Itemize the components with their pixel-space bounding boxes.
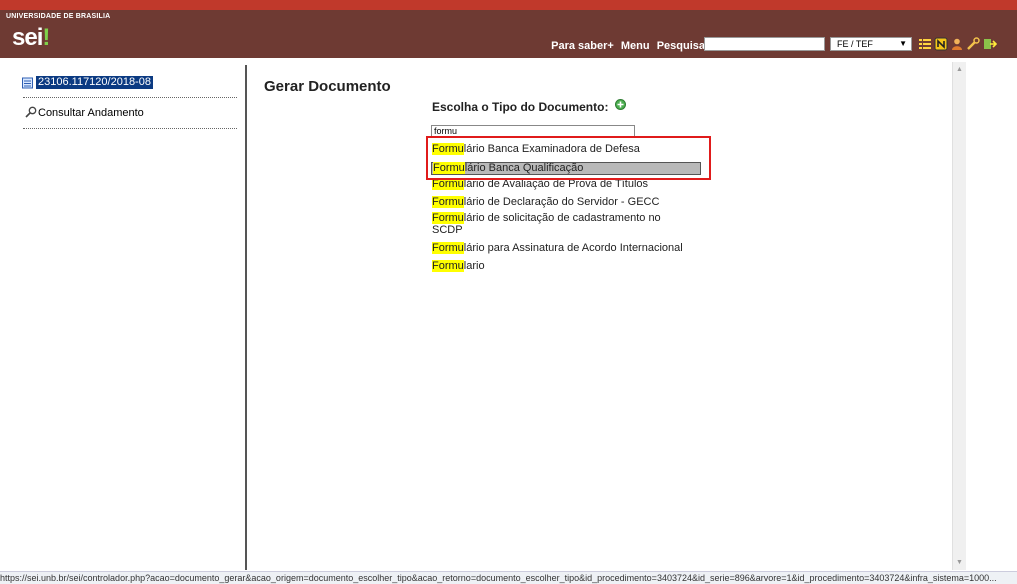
process-tree-panel [0,58,246,570]
document-type-option-continuation[interactable]: SCDP [432,224,463,236]
option-text: lário para Assinatura de Acordo Internac… [463,242,683,254]
divider-line [23,128,237,129]
page-title: Gerar Documento [264,78,391,95]
list-icon[interactable] [918,37,932,51]
logo-dot: ! [42,24,50,51]
dropdown-arrow-icon: ▼ [899,39,907,48]
search-input[interactable] [704,37,825,51]
option-text: lario [463,260,485,272]
tools-icon[interactable] [966,37,980,51]
option-text: lário de solicitação de cadastramento no [463,212,661,224]
scroll-up-icon[interactable]: ▲ [956,66,963,73]
option-text: lário de Declaração do Servidor - GECC [463,196,660,208]
match-highlight: Formu [432,196,464,208]
annotation-highlight-box [426,136,711,180]
notes-icon[interactable] [934,37,948,51]
folder-icon [22,77,33,89]
logo-text: sei [12,24,43,51]
user-icon[interactable] [950,37,964,51]
unit-select[interactable]: FE / TEF ▼ [830,37,912,51]
institution-name: UNIVERSIDADE DE BRASILIA [6,13,111,20]
link-pesquisa[interactable]: Pesquisa [657,40,705,52]
document-type-option[interactable]: Formulario [432,260,485,272]
document-type-option[interactable]: Formulário de Declaração do Servidor - G… [432,196,659,208]
unit-select-value: FE / TEF [837,39,873,49]
document-type-option[interactable]: Formulário para Assinatura de Acordo Int… [432,242,683,254]
match-highlight: Formu [432,212,464,224]
divider-line [23,97,237,98]
consult-label: Consultar Andamento [38,107,144,119]
match-highlight: Formu [432,242,464,254]
process-number[interactable]: 23106.117120/2018-08 [36,76,153,89]
document-type-option[interactable]: Formulário de solicitação de cadastramen… [432,212,661,224]
add-type-icon[interactable] [615,99,626,110]
sei-logo[interactable]: sei! [12,24,50,52]
link-para-saber[interactable]: Para saber+ [551,40,614,52]
panel-divider[interactable] [245,65,247,570]
header-links: Para saber+ Menu Pesquisa [547,40,705,52]
choose-type-label: Escolha o Tipo do Documento: [432,100,609,114]
status-bar-url: https://sei.unb.br/sei/controlador.php?a… [0,571,1017,584]
top-red-bar [0,0,1017,10]
option-text: SCDP [432,224,463,236]
vertical-scrollbar[interactable]: ▲ ▼ [952,62,966,570]
link-menu[interactable]: Menu [621,40,650,52]
match-highlight: Formu [432,260,464,272]
exit-icon[interactable] [983,37,997,51]
scroll-down-icon[interactable]: ▼ [956,559,963,566]
magnifier-icon [25,106,37,118]
